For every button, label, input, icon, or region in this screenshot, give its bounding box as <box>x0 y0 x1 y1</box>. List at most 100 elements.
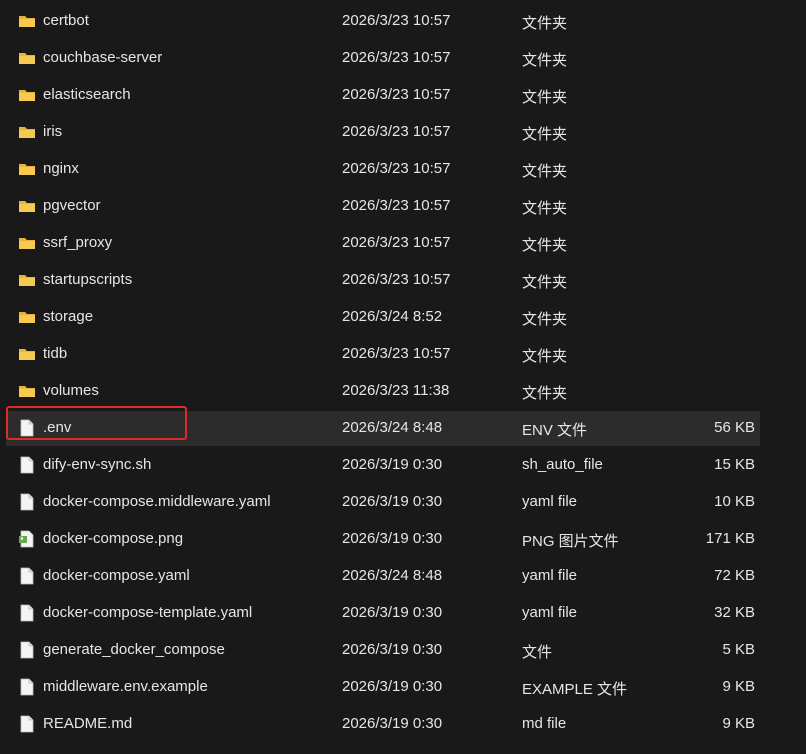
file-size: 15 KB <box>714 456 755 473</box>
file-row[interactable]: docker-compose.yaml 2026/3/24 8:48 yaml fi… <box>0 558 806 595</box>
file-type: EXAMPLE 文件 <box>522 681 628 698</box>
file-size: 10 KB <box>714 493 755 510</box>
file-type: 文件 <box>522 644 553 661</box>
modified-date: 2026/3/19 0:30 <box>342 493 443 510</box>
modified-date: 2026/3/23 10:57 <box>342 271 451 288</box>
file-row[interactable]: nginx 2026/3/23 10:57 文件夹 <box>0 151 806 188</box>
file-type: 文件夹 <box>522 163 568 180</box>
modified-date: 2026/3/23 10:57 <box>342 49 451 66</box>
file-row[interactable]: docker-compose.png 2026/3/19 0:30 PNG 图片文件… <box>0 521 806 558</box>
file-row[interactable]: dify-env-sync.sh 2026/3/19 0:30 sh_auto_fi… <box>0 447 806 484</box>
file-type: yaml file <box>522 567 578 584</box>
file-name: pgvector <box>43 197 101 214</box>
modified-date: 2026/3/19 0:30 <box>342 641 443 658</box>
file-name: .env <box>43 419 72 436</box>
file-type: md file <box>522 715 567 732</box>
file-size: 5 KB <box>722 641 755 658</box>
folder-icon <box>18 123 36 141</box>
file-type: 文件夹 <box>522 126 568 143</box>
modified-date: 2026/3/23 10:57 <box>342 86 451 103</box>
file-type: 文件夹 <box>522 15 568 32</box>
file-size: 32 KB <box>714 604 755 621</box>
file-row[interactable]: docker-compose-template.yaml 2026/3/19 0:… <box>0 595 806 632</box>
file-name: generate_docker_compose <box>43 641 225 658</box>
folder-icon <box>18 345 36 363</box>
file-icon <box>18 678 36 696</box>
modified-date: 2026/3/19 0:30 <box>342 604 443 621</box>
file-type: 文件夹 <box>522 385 568 402</box>
file-name: README.md <box>43 715 133 732</box>
file-name: nginx <box>43 160 79 177</box>
file-row[interactable]: pgvector 2026/3/23 10:57 文件夹 <box>0 188 806 225</box>
file-name: elasticsearch <box>43 86 131 103</box>
file-type: 文件夹 <box>522 311 568 328</box>
file-name: tidb <box>43 345 68 362</box>
folder-icon <box>18 234 36 252</box>
file-name: dify-env-sync.sh <box>43 456 152 473</box>
file-row[interactable]: volumes 2026/3/23 11:38 文件夹 <box>0 373 806 410</box>
modified-date: 2026/3/23 10:57 <box>342 197 451 214</box>
file-row[interactable]: startupscripts 2026/3/23 10:57 文件夹 <box>0 262 806 299</box>
modified-date: 2026/3/23 10:57 <box>342 160 451 177</box>
file-size: 9 KB <box>722 715 755 732</box>
file-row[interactable]: elasticsearch 2026/3/23 10:57 文件夹 <box>0 77 806 114</box>
folder-icon <box>18 271 36 289</box>
modified-date: 2026/3/24 8:48 <box>342 567 443 584</box>
file-icon <box>18 493 36 511</box>
folder-icon <box>18 12 36 30</box>
file-name: iris <box>43 123 63 140</box>
folder-icon <box>18 160 36 178</box>
folder-icon <box>18 308 36 326</box>
file-name: docker-compose.middleware.yaml <box>43 493 271 510</box>
modified-date: 2026/3/24 8:52 <box>342 308 443 325</box>
file-name: middleware.env.example <box>43 678 208 695</box>
file-list: certbot 2026/3/23 10:57 文件夹 couchbase-serve… <box>0 3 806 743</box>
file-icon <box>18 641 36 659</box>
file-row[interactable]: README.md 2026/3/19 0:30 md file 9 KB <box>0 706 806 743</box>
folder-icon <box>18 86 36 104</box>
modified-date: 2026/3/19 0:30 <box>342 456 443 473</box>
folder-icon <box>18 197 36 215</box>
file-icon <box>18 456 36 474</box>
file-row[interactable]: ssrf_proxy 2026/3/23 10:57 文件夹 <box>0 225 806 262</box>
modified-date: 2026/3/23 10:57 <box>342 123 451 140</box>
file-size: 171 KB <box>705 530 755 547</box>
folder-icon <box>18 49 36 67</box>
file-row[interactable]: iris 2026/3/23 10:57 文件夹 <box>0 114 806 151</box>
file-name: docker-compose-template.yaml <box>43 604 253 621</box>
modified-date: 2026/3/23 10:57 <box>342 234 451 251</box>
file-size: 72 KB <box>714 567 755 584</box>
file-row[interactable]: certbot 2026/3/23 10:57 文件夹 <box>0 3 806 40</box>
file-type: sh_auto_file <box>522 456 603 473</box>
file-icon <box>18 419 36 437</box>
file-row[interactable]: .env 2026/3/24 8:48 ENV 文件 56 KB <box>0 410 806 447</box>
file-icon <box>18 604 36 622</box>
file-name: docker-compose.png <box>43 530 184 547</box>
file-row[interactable]: docker-compose.middleware.yaml 2026/3/19 … <box>0 484 806 521</box>
file-type: 文件夹 <box>522 237 568 254</box>
file-type: ENV 文件 <box>522 422 588 439</box>
file-size: 56 KB <box>714 419 755 436</box>
file-row[interactable]: storage 2026/3/24 8:52 文件夹 <box>0 299 806 336</box>
file-icon <box>18 567 36 585</box>
file-type: 文件夹 <box>522 52 568 69</box>
file-row[interactable]: generate_docker_compose 2026/3/19 0:30 文件 5… <box>0 632 806 669</box>
file-type: 文件夹 <box>522 348 568 365</box>
file-name: ssrf_proxy <box>43 234 113 251</box>
file-name: couchbase-server <box>43 49 163 66</box>
modified-date: 2026/3/19 0:30 <box>342 678 443 695</box>
modified-date: 2026/3/19 0:30 <box>342 530 443 547</box>
file-name: startupscripts <box>43 271 133 288</box>
file-type: 文件夹 <box>522 274 568 291</box>
file-row[interactable]: tidb 2026/3/23 10:57 文件夹 <box>0 336 806 373</box>
modified-date: 2026/3/23 11:38 <box>342 382 450 399</box>
modified-date: 2026/3/19 0:30 <box>342 715 443 732</box>
file-type: 文件夹 <box>522 89 568 106</box>
modified-date: 2026/3/23 10:57 <box>342 345 451 362</box>
file-name: docker-compose.yaml <box>43 567 190 584</box>
file-name: storage <box>43 308 94 325</box>
file-row[interactable]: middleware.env.example 2026/3/19 0:30 EXAM… <box>0 669 806 706</box>
image-file-icon <box>18 530 36 548</box>
file-type: yaml file <box>522 493 578 510</box>
file-row[interactable]: couchbase-server 2026/3/23 10:57 文件夹 <box>0 40 806 77</box>
